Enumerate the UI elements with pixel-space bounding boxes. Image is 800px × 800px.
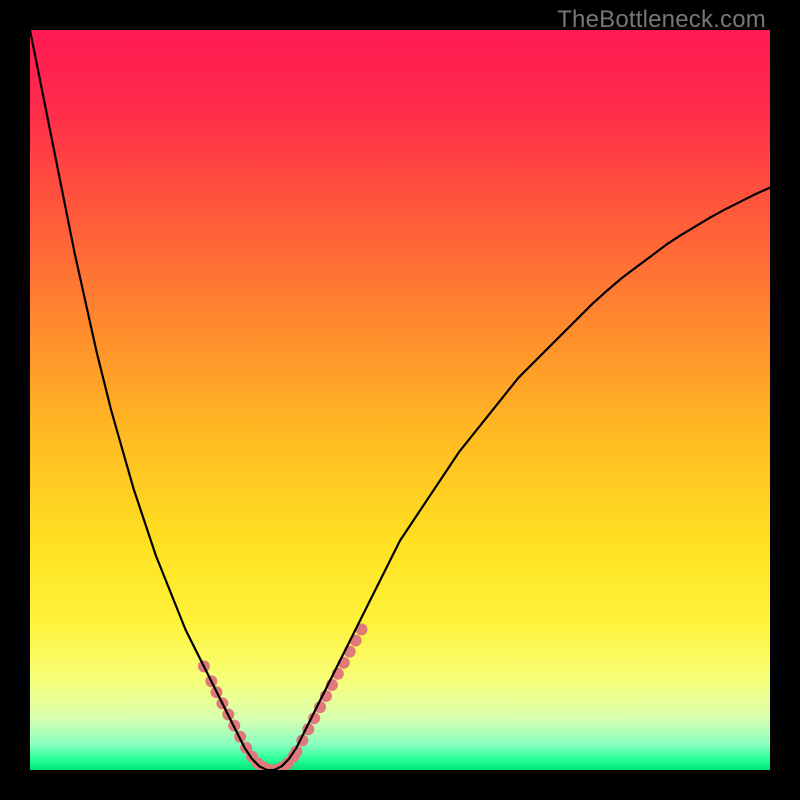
curve-line [30, 30, 770, 770]
plot-area [30, 30, 770, 770]
bottleneck-curve [30, 30, 770, 770]
chart-frame: TheBottleneck.com [0, 0, 800, 800]
curve-markers [198, 623, 368, 770]
